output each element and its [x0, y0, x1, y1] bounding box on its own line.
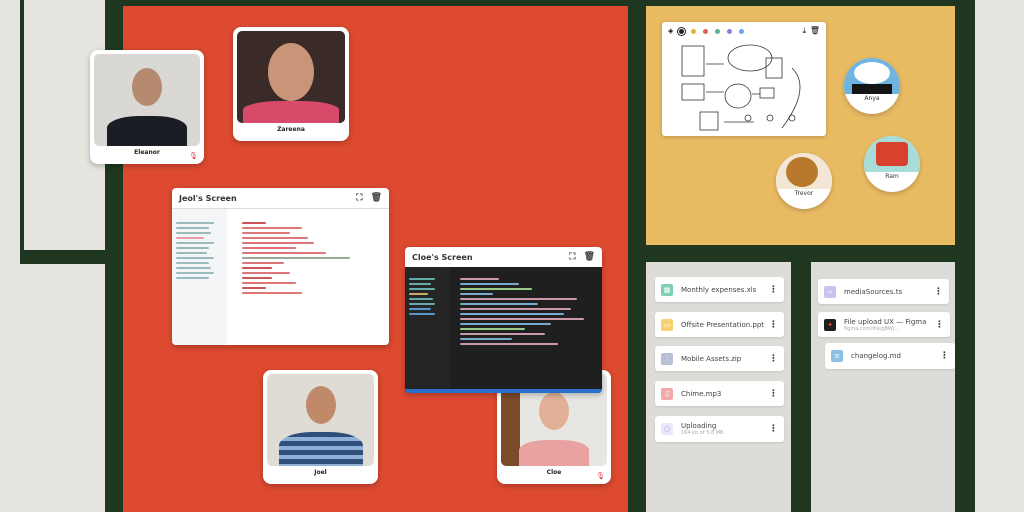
- code-file-icon: ‹›: [824, 285, 836, 298]
- shared-code-editor: [172, 208, 389, 345]
- file-card[interactable]: ✦ File upload UX — Figma figma.com/file/gB…: [818, 312, 950, 337]
- color-green[interactable]: [715, 28, 721, 34]
- screen-share-jeol[interactable]: Jeol's Screen ⛶ 🗑: [172, 188, 389, 345]
- more-options-icon[interactable]: ⋮: [769, 354, 778, 364]
- download-icon[interactable]: ⤓: [802, 26, 806, 36]
- color-black[interactable]: [677, 26, 687, 36]
- file-card[interactable]: ▭ Offsite Presentation.ppt ⋮: [655, 312, 784, 337]
- more-options-icon[interactable]: ⋮: [769, 389, 778, 399]
- avatar-trevor[interactable]: Trevor: [776, 153, 832, 209]
- whiteboard[interactable]: ◈ ⤓ 🗑: [662, 22, 826, 136]
- participant-name: Joel: [314, 469, 327, 476]
- mic-muted-icon: 🎙: [596, 472, 605, 480]
- shared-code-editor: [405, 267, 602, 393]
- more-options-icon[interactable]: ⋮: [769, 285, 778, 295]
- avatar-name: Anya: [864, 95, 880, 102]
- video-tile-zareena[interactable]: Zareena: [233, 27, 349, 141]
- more-options-icon[interactable]: ⋮: [769, 320, 778, 330]
- frame-line: [20, 0, 24, 250]
- file-card[interactable]: ≡ changelog.md ⋮: [825, 343, 955, 369]
- color-purple[interactable]: [727, 28, 733, 34]
- file-card[interactable]: ‹› mediaSources.ts ⋮: [818, 279, 949, 304]
- participant-name: Cloe: [546, 469, 562, 476]
- file-card[interactable]: ♫ Chime.mp3 ⋮: [655, 381, 784, 406]
- file-card[interactable]: ▦ Monthly expenses.xls ⋮: [655, 277, 784, 302]
- participant-name: Eleanor: [134, 149, 160, 156]
- figma-icon: ✦: [824, 318, 836, 331]
- avatar-name: Trevor: [794, 190, 814, 197]
- fullscreen-icon[interactable]: ⛶: [356, 193, 362, 203]
- color-blue[interactable]: [739, 28, 745, 34]
- trash-icon[interactable]: 🗑: [810, 26, 820, 35]
- trash-icon[interactable]: 🗑: [371, 193, 382, 203]
- mic-muted-icon: 🎙: [189, 152, 198, 160]
- avatar-ram[interactable]: Ram: [864, 136, 920, 192]
- spinner-icon: ◌: [661, 423, 673, 435]
- frame-line: [628, 0, 646, 512]
- uploading-card[interactable]: ◌ Uploading 164 kb of 5.8 MB ⋮: [655, 416, 784, 442]
- trash-icon[interactable]: 🗑: [584, 252, 595, 262]
- color-yellow[interactable]: [691, 28, 697, 34]
- participant-video: [237, 31, 345, 123]
- video-tile-joel[interactable]: Joel: [263, 370, 378, 484]
- participant-video: [94, 54, 200, 146]
- zip-icon: ⋮: [661, 352, 673, 365]
- screen-title: Jeol's Screen: [179, 193, 237, 203]
- more-options-icon[interactable]: ⋮: [934, 287, 943, 297]
- eraser-icon[interactable]: ◈: [668, 27, 673, 35]
- more-options-icon[interactable]: ⋮: [935, 320, 944, 330]
- frame-line: [791, 262, 811, 512]
- screen-title: Cloe's Screen: [412, 252, 473, 262]
- presentation-icon: ▭: [661, 318, 673, 331]
- video-tile-eleanor[interactable]: Eleanor 🎙: [90, 50, 204, 164]
- avatar-anya[interactable]: Anya: [844, 58, 900, 114]
- frame-line: [646, 245, 975, 262]
- fullscreen-icon[interactable]: ⛶: [569, 252, 575, 262]
- color-red[interactable]: [703, 28, 709, 34]
- frame-line: [955, 0, 975, 512]
- more-options-icon[interactable]: ⋮: [940, 351, 949, 361]
- spreadsheet-icon: ▦: [661, 283, 673, 296]
- participant-name: Zareena: [277, 126, 305, 133]
- participant-video: [267, 374, 374, 466]
- whiteboard-drawing: [681, 44, 801, 131]
- file-card[interactable]: ⋮ Mobile Assets.zip ⋮: [655, 346, 784, 371]
- screen-share-cloe[interactable]: Cloe's Screen ⛶ 🗑: [405, 247, 602, 393]
- audio-icon: ♫: [661, 387, 673, 400]
- more-options-icon[interactable]: ⋮: [769, 424, 778, 434]
- document-icon: ≡: [831, 350, 843, 362]
- avatar-name: Ram: [885, 173, 899, 180]
